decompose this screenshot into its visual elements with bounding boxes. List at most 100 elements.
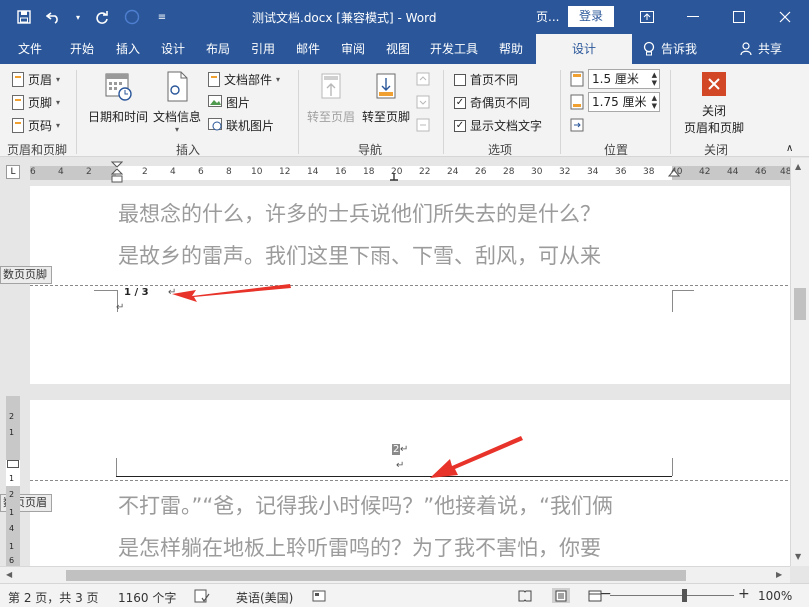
zoom-out-icon[interactable]: −: [600, 586, 612, 602]
header-distance-spinner[interactable]: 1.5 厘米 ▲ ▼: [570, 69, 660, 89]
print-layout-icon[interactable]: [552, 588, 570, 603]
save-icon[interactable]: [14, 7, 34, 27]
body-text-line[interactable]: 是怎样躺在地板上聆听雷鸣的？为了我不害怕，你要: [118, 532, 601, 562]
zoom-slider-thumb[interactable]: [682, 589, 687, 602]
insert-alignment-tab-icon[interactable]: [570, 115, 584, 135]
previous-section-icon[interactable]: [416, 69, 430, 89]
ruler-tick: 42: [699, 167, 711, 177]
collapse-ribbon-icon[interactable]: ∧: [786, 138, 793, 158]
online-pictures-button[interactable]: 联机图片: [208, 115, 274, 135]
header-button[interactable]: 页眉 ▾: [12, 69, 60, 89]
word-count-status[interactable]: 1160 个字: [118, 589, 176, 606]
close-header-footer-button[interactable]: 关闭 页眉和页脚: [684, 72, 744, 136]
checkmark-icon: ✓: [454, 96, 466, 109]
tell-me-search[interactable]: 告诉我: [643, 34, 697, 64]
pictures-label: 图片: [226, 95, 251, 110]
different-first-page-checkbox[interactable]: 首页不同: [454, 71, 518, 88]
vertical-scroll-thumb[interactable]: [794, 288, 806, 320]
goto-footer-button[interactable]: 转至页脚: [362, 70, 410, 125]
indent-marker-icon[interactable]: [111, 161, 123, 185]
vertical-ruler[interactable]: 2 1 1 2 1 4 1 6: [6, 396, 20, 566]
maximize-icon[interactable]: [716, 0, 762, 34]
zoom-slider[interactable]: [610, 595, 734, 596]
vertical-scrollbar[interactable]: ▲ ▼: [790, 158, 809, 566]
tab-insert[interactable]: 插入: [116, 34, 140, 64]
proofing-icon[interactable]: [194, 589, 210, 606]
tab-stop-icon[interactable]: [389, 173, 399, 181]
spinner-arrows-icon[interactable]: ▲ ▼: [652, 71, 657, 87]
title-bar: ▾ ≡ 测试文档.docx [兼容模式] - Word 页... 登录: [0, 0, 809, 34]
footer-page-number-field[interactable]: 1 / 3: [124, 287, 149, 298]
zoom-in-icon[interactable]: +: [738, 586, 750, 602]
tab-help[interactable]: 帮助: [499, 34, 523, 64]
horizontal-scroll-thumb[interactable]: [66, 570, 686, 581]
link-to-previous-icon[interactable]: [416, 115, 430, 135]
close-window-icon[interactable]: [762, 0, 808, 34]
tab-header-footer-design[interactable]: 设计: [536, 34, 632, 64]
redo-icon[interactable]: [92, 7, 112, 27]
tab-view[interactable]: 视图: [386, 34, 410, 64]
vruler-marker[interactable]: [7, 460, 19, 468]
date-time-label: 日期和时间: [88, 110, 149, 124]
minimize-icon[interactable]: [670, 0, 716, 34]
right-indent-marker-icon[interactable]: [668, 169, 680, 179]
body-text-line[interactable]: 是故乡的雷声。我们这里下雨、下雪、刮风，可从来: [118, 240, 601, 270]
scroll-right-icon[interactable]: ▶: [776, 570, 782, 579]
page-count-status[interactable]: 第 2 页，共 3 页: [8, 589, 99, 606]
footer-distance-input[interactable]: 1.75 厘米 ▲ ▼: [588, 92, 660, 112]
scroll-up-icon[interactable]: ▲: [795, 162, 801, 171]
share-button[interactable]: 共享: [740, 34, 782, 64]
group-label-header-footer: 页眉和页脚: [7, 143, 68, 157]
zoom-level[interactable]: 100%: [758, 589, 792, 603]
pictures-button[interactable]: 图片: [208, 92, 250, 112]
group-label-options: 选项: [488, 143, 513, 157]
show-document-text-checkbox[interactable]: ✓ 显示文档文字: [454, 117, 542, 134]
horizontal-ruler[interactable]: 6 4 2 2 4 6 8 10 12 14 16 18 20 22 24 26…: [30, 161, 793, 183]
tab-file[interactable]: 文件: [18, 34, 42, 64]
footer-distance-spinner[interactable]: 1.75 厘米 ▲ ▼: [570, 92, 660, 112]
footer-label: 页脚: [28, 95, 53, 110]
login-button[interactable]: 登录: [568, 6, 614, 27]
date-time-button[interactable]: 日期和时间: [88, 70, 148, 125]
body-text-line[interactable]: 最想念的什么，许多的士兵说他们所失去的是什么？: [118, 198, 601, 228]
language-status[interactable]: 英语(美国): [236, 589, 293, 606]
tab-mailings[interactable]: 邮件: [296, 34, 320, 64]
footer-button[interactable]: 页脚 ▾: [12, 92, 60, 112]
ribbon-display-options-icon[interactable]: [624, 0, 670, 34]
page-number-button[interactable]: 页码 ▾: [12, 115, 60, 135]
group-separator: [560, 70, 561, 154]
header-distance-input[interactable]: 1.5 厘米 ▲ ▼: [588, 69, 660, 89]
vruler-tick: 4: [9, 524, 15, 533]
body-text-line[interactable]: 不打雷。”“爸，记得我小时候吗？”他接着说，“我们俩: [118, 490, 613, 520]
next-section-icon[interactable]: [416, 92, 430, 112]
scroll-left-icon[interactable]: ◀: [6, 570, 12, 579]
tab-design[interactable]: 设计: [161, 34, 185, 64]
vruler-tick: 1: [9, 428, 15, 437]
undo-dropdown-icon[interactable]: ▾: [74, 7, 82, 27]
tab-references[interactable]: 引用: [251, 34, 275, 64]
tab-developer[interactable]: 开发工具: [430, 34, 478, 64]
spinner-arrows-icon[interactable]: ▲ ▼: [652, 94, 657, 110]
goto-header-button[interactable]: 转至页眉: [307, 70, 355, 125]
read-mode-icon[interactable]: [516, 588, 534, 603]
macro-recording-icon[interactable]: [312, 589, 326, 606]
document-info-button[interactable]: 文档信息 ▾: [153, 70, 201, 134]
odd-page-footer-tag: 数页页脚: [0, 266, 52, 284]
tab-layout[interactable]: 布局: [206, 34, 230, 64]
group-separator: [298, 70, 299, 154]
customize-qat-icon[interactable]: ≡: [152, 7, 172, 27]
different-odd-even-checkbox[interactable]: ✓ 奇偶页不同: [454, 94, 530, 111]
undo-icon[interactable]: [44, 7, 64, 27]
goto-header-icon: [316, 70, 346, 104]
touch-mode-icon[interactable]: [122, 7, 142, 27]
ruler-tick: 6: [30, 167, 36, 177]
tab-selector[interactable]: L: [6, 165, 20, 179]
tab-review[interactable]: 审阅: [341, 34, 365, 64]
quick-parts-button[interactable]: 文档部件 ▾: [208, 69, 280, 89]
scroll-down-icon[interactable]: ▼: [795, 552, 801, 561]
tab-home[interactable]: 开始: [70, 34, 94, 64]
group-label-position: 位置: [604, 143, 629, 157]
horizontal-scrollbar[interactable]: ◀ ▶: [0, 566, 790, 583]
vruler-tick: 1: [9, 474, 15, 483]
ruler-tick: 14: [307, 167, 319, 177]
